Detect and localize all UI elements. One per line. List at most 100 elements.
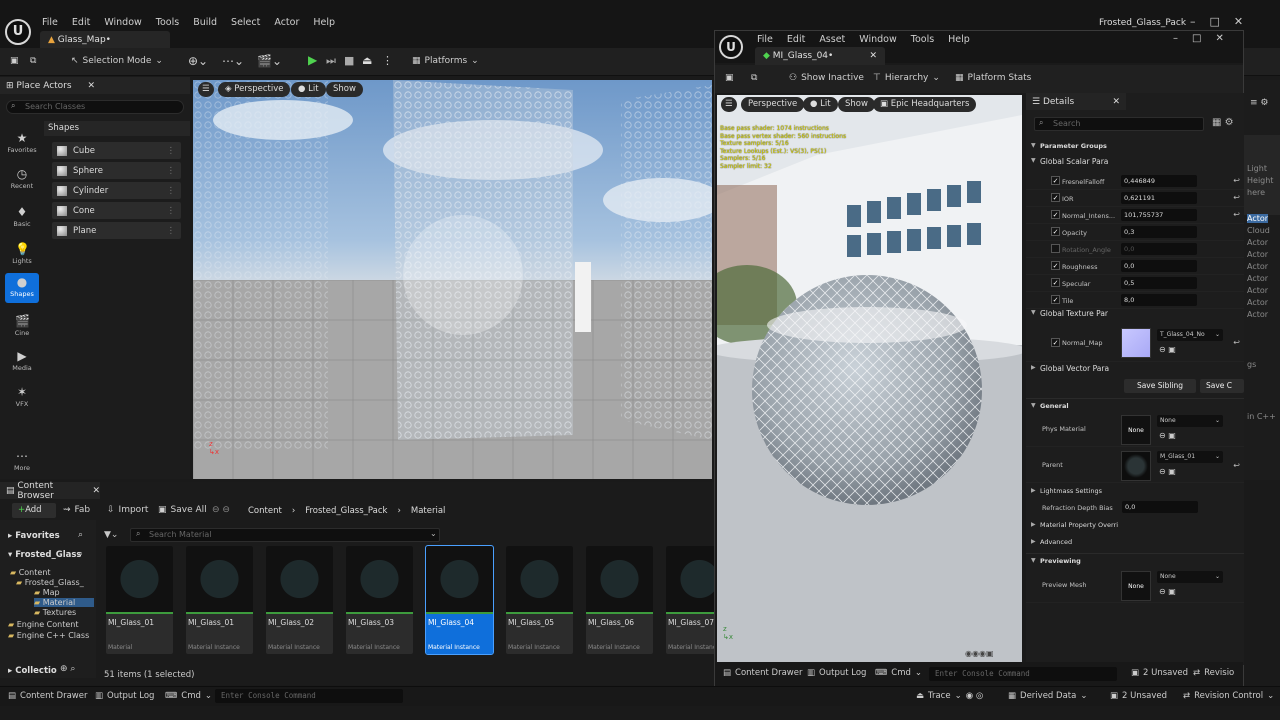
- show-inactive-button[interactable]: ⚇ Show Inactive: [789, 73, 864, 83]
- normal-map-dropdown[interactable]: T_Glass_04_No ⌄: [1157, 329, 1223, 341]
- show-button[interactable]: Show: [838, 97, 875, 112]
- reset-icon[interactable]: ↩: [1233, 461, 1240, 470]
- history-icons[interactable]: ⊖ ⊖: [212, 505, 230, 515]
- reset-icon[interactable]: ↩: [1233, 176, 1240, 185]
- add-collection-icon[interactable]: ⊕ ⌕: [60, 664, 75, 674]
- param-value-input[interactable]: 101,755737: [1121, 209, 1197, 221]
- level-viewport[interactable]: ☰ ◈ Perspective ● Lit Show z ↳x: [193, 80, 712, 479]
- global-scalar-section[interactable]: ▼ Global Scalar Para: [1026, 157, 1244, 166]
- selection-mode-button[interactable]: ↖ Selection Mode ⌄: [71, 56, 163, 66]
- content-drawer-button[interactable]: ▤ Content Drawer: [723, 668, 802, 678]
- lightmass-section[interactable]: ▶ Lightmass Settings: [1026, 487, 1244, 495]
- previewing-section[interactable]: ▼ Previewing: [1026, 553, 1244, 565]
- preview-mesh-thumbnail[interactable]: None: [1121, 571, 1151, 601]
- category-more[interactable]: ⋯ More: [5, 447, 39, 477]
- menu-item-asset[interactable]: Asset: [819, 34, 845, 45]
- close-icon[interactable]: ✕: [92, 486, 100, 496]
- param-checkbox[interactable]: ✓: [1051, 176, 1060, 185]
- asset-browse-icons[interactable]: ⊖ ▣: [1159, 467, 1176, 476]
- category-lights[interactable]: 💡 Lights: [5, 240, 39, 270]
- viewport-menu-icon[interactable]: ☰: [198, 82, 214, 97]
- cmd-button[interactable]: ⌨ Cmd ⌄: [165, 691, 212, 701]
- content-icon[interactable]: ⧉: [30, 56, 36, 66]
- category-basic[interactable]: ♦ Basic: [5, 203, 39, 233]
- param-value-input[interactable]: 0,0: [1121, 260, 1197, 272]
- console-command-input[interactable]: Enter Console Command: [215, 689, 403, 703]
- save-sibling-button[interactable]: Save Sibling: [1124, 379, 1196, 393]
- menu-item-build[interactable]: Build: [193, 17, 217, 28]
- window-controls[interactable]: –□✕: [1173, 33, 1238, 44]
- platforms-button[interactable]: ▦ Platforms ⌄: [412, 56, 479, 66]
- advanced-section[interactable]: ▶ Advanced: [1026, 538, 1244, 546]
- preview-mesh-dropdown[interactable]: None ⌄: [1157, 571, 1223, 583]
- save-all-button[interactable]: ▣ Save All: [158, 505, 207, 515]
- outliner-peek-item[interactable]: here: [1247, 188, 1265, 197]
- param-value-input[interactable]: 0,3: [1121, 226, 1197, 238]
- menu-item-edit[interactable]: Edit: [72, 17, 90, 28]
- console-command-input[interactable]: Enter Console Command: [929, 667, 1117, 681]
- menu-item-edit[interactable]: Edit: [787, 34, 805, 45]
- level-tab[interactable]: ▲ Glass_Map•: [40, 31, 170, 49]
- material-override-section[interactable]: ▶ Material Property Overri: [1026, 521, 1244, 529]
- general-section[interactable]: ▼ General: [1026, 398, 1244, 410]
- tree-folder[interactable]: ▰ Engine Content: [8, 620, 78, 629]
- shape-item-sphere[interactable]: Sphere ⋮: [52, 162, 181, 179]
- filter-icon[interactable]: ▼⌄: [104, 530, 118, 540]
- shape-item-plane[interactable]: Plane ⋮: [52, 222, 181, 239]
- param-value-input[interactable]: 0,5: [1121, 277, 1197, 289]
- revision-control-button[interactable]: ⇄ Revision Control ⌄: [1183, 691, 1274, 701]
- search-classes-input[interactable]: Search Classes: [6, 100, 184, 114]
- material-preview-viewport[interactable]: Base pass shader: 1074 instructions Base …: [717, 95, 1022, 662]
- unreal-logo-icon[interactable]: U: [719, 35, 743, 59]
- tree-folder[interactable]: ▰ Engine C++ Class: [8, 631, 89, 640]
- search-icon[interactable]: ⌕: [78, 549, 83, 559]
- outliner-peek-item[interactable]: Actor: [1247, 286, 1268, 295]
- save-icon[interactable]: ▣: [10, 56, 19, 66]
- cinematics-icon[interactable]: 🎬⌄: [257, 54, 282, 68]
- more-icon[interactable]: ⋮: [382, 54, 393, 67]
- parameter-groups-section[interactable]: ▼ Parameter Groups: [1026, 142, 1244, 150]
- settings-icon[interactable]: ≡ ⚙: [1250, 98, 1268, 108]
- param-checkbox[interactable]: ✓: [1051, 261, 1060, 270]
- param-value-input[interactable]: 0,621191: [1121, 192, 1197, 204]
- asset-tile[interactable]: MI_Glass_05 Material Instance: [506, 546, 573, 654]
- search-icon[interactable]: ⌕: [78, 530, 83, 540]
- asset-tile[interactable]: MI_Glass_03 Material Instance: [346, 546, 413, 654]
- param-value-input[interactable]: 0,446849: [1121, 175, 1197, 187]
- breadcrumb-item[interactable]: Content: [248, 506, 282, 516]
- cmd-button[interactable]: ⌨ Cmd ⌄: [875, 668, 922, 678]
- close-icon[interactable]: ✕: [1112, 97, 1120, 107]
- import-button[interactable]: ⇩ Import: [107, 505, 148, 515]
- save-child-button[interactable]: Save C: [1200, 379, 1244, 393]
- asset-tile[interactable]: MI_Glass_04 Material Instance: [425, 545, 494, 655]
- tree-folder[interactable]: ▰ Frosted_Glass_: [16, 578, 84, 587]
- outliner-peek-item[interactable]: in C++: [1247, 412, 1276, 421]
- blueprint-icon[interactable]: ⋯⌄: [222, 54, 244, 68]
- breadcrumb-item[interactable]: Material: [411, 506, 446, 516]
- shape-item-cube[interactable]: Cube ⋮: [52, 142, 181, 159]
- tree-folder[interactable]: ▰ Textures: [34, 608, 76, 617]
- drag-handle-icon[interactable]: ⋮: [167, 206, 176, 216]
- asset-tile[interactable]: MI_Glass_01 Material Instance: [186, 546, 253, 654]
- fab-button[interactable]: ⇝ Fab: [63, 505, 90, 515]
- menu-item-help[interactable]: Help: [313, 17, 335, 28]
- collections-label[interactable]: ▸ Collectio: [8, 666, 57, 676]
- outliner-peek-item[interactable]: Actor: [1247, 310, 1268, 319]
- add-actor-icon[interactable]: ⊕⌄: [188, 54, 208, 68]
- param-checkbox[interactable]: ✓: [1051, 278, 1060, 287]
- param-checkbox[interactable]: ✓: [1051, 227, 1060, 236]
- trace-button[interactable]: ⏏ Trace ⌄ ◉ ◎: [916, 691, 983, 701]
- menu-item-actor[interactable]: Actor: [274, 17, 299, 28]
- param-checkbox[interactable]: [1051, 244, 1060, 253]
- shape-item-cylinder[interactable]: Cylinder ⋮: [52, 182, 181, 199]
- drag-handle-icon[interactable]: ⋮: [167, 226, 176, 236]
- phys-material-thumbnail[interactable]: None: [1121, 415, 1151, 445]
- unreal-logo-icon[interactable]: U: [5, 19, 31, 45]
- tree-folder[interactable]: ▰ Material: [34, 598, 94, 607]
- material-instance-tab[interactable]: ◆ MI_Glass_04• ✕: [755, 47, 885, 65]
- platform-stats-button[interactable]: ▦ Platform Stats: [955, 73, 1031, 83]
- normal-map-checkbox[interactable]: ✓: [1051, 338, 1060, 347]
- refraction-value[interactable]: 0,0: [1122, 501, 1198, 513]
- parent-dropdown[interactable]: M_Glass_01 ⌄: [1157, 451, 1223, 463]
- param-checkbox[interactable]: ✓: [1051, 193, 1060, 202]
